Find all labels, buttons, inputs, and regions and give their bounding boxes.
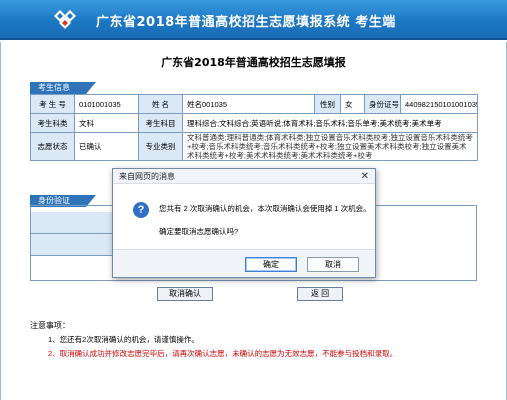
cancel-button[interactable]: 取消 bbox=[307, 257, 359, 272]
app-title: 广东省2018年普通高校招生志愿填报系统 考生端 bbox=[96, 15, 396, 30]
dialog-message: 您共有 2 次取消确认的机会，本次取消确认会使用掉 1 次机会。 bbox=[159, 204, 371, 213]
back-button[interactable]: 返 回 bbox=[297, 287, 343, 301]
gender-label: 性别 bbox=[314, 94, 341, 114]
gender-value: 女 bbox=[340, 94, 365, 114]
category-label: 考生科类 bbox=[30, 113, 75, 133]
status-label: 志愿状态 bbox=[30, 132, 75, 161]
category-value: 文科 bbox=[74, 113, 139, 133]
question-icon: ? bbox=[133, 202, 149, 218]
exam-no-label: 考 生 号 bbox=[30, 94, 75, 114]
status-value: 已确认 bbox=[74, 132, 139, 161]
ok-button[interactable]: 确定 bbox=[245, 257, 297, 272]
id-no-value: 440982150101001035 bbox=[400, 94, 478, 114]
major-category-label: 专业类别 bbox=[138, 132, 183, 161]
candidate-info-table: 考 生 号 0101001035 姓 名 姓名001035 性别 女 身份证号 … bbox=[30, 94, 478, 161]
name-label: 姓 名 bbox=[138, 94, 183, 114]
subjects-value: 理科综合;文科综合;英语听说;体育术科;音乐术科;音乐单考;美术统考;美术单考 bbox=[182, 113, 478, 133]
close-icon[interactable]: ✕ bbox=[361, 169, 369, 184]
page-title: 广东省2018年普通高校招生志愿填报 bbox=[161, 56, 346, 69]
exam-no-value: 0101001035 bbox=[74, 94, 139, 114]
note-line-2: 2、取消确认成功并修改志愿完毕后，请再次确认志愿，未确认的志愿为无效志愿，不能参… bbox=[48, 349, 398, 358]
notes-title: 注意事项： bbox=[30, 321, 70, 330]
major-category-value: 文科普通类;理科普通类;体育术科类;独立设置音乐术科类校考;独立设置音乐术科类统… bbox=[182, 132, 478, 161]
app-header: 广东省2018年普通高校招生志愿填报系统 考生端 bbox=[0, 0, 507, 40]
cancel-confirm-button[interactable]: 取消确认 bbox=[157, 287, 213, 301]
diamond-logo-icon bbox=[54, 10, 76, 29]
id-no-label: 身份证号 bbox=[364, 94, 401, 114]
dialog-title: 来自网页的消息 bbox=[119, 172, 175, 181]
note-line-1: 1、您还有2次取消确认的机会，请谨慎操作。 bbox=[48, 335, 199, 344]
subjects-label: 考生科目 bbox=[138, 113, 183, 133]
dialog-question: 确定要取消志愿确认吗? bbox=[159, 227, 239, 236]
name-value: 姓名001035 bbox=[182, 94, 315, 114]
candidate-section-tab: 考生信息 bbox=[30, 82, 96, 94]
confirm-dialog: 来自网页的消息 ✕ ? 您共有 2 次取消确认的机会，本次取消确认会使用掉 1 … bbox=[112, 168, 376, 278]
dialog-titlebar: 来自网页的消息 ✕ bbox=[113, 169, 375, 184]
dialog-footer: 确定 取消 bbox=[113, 249, 375, 277]
